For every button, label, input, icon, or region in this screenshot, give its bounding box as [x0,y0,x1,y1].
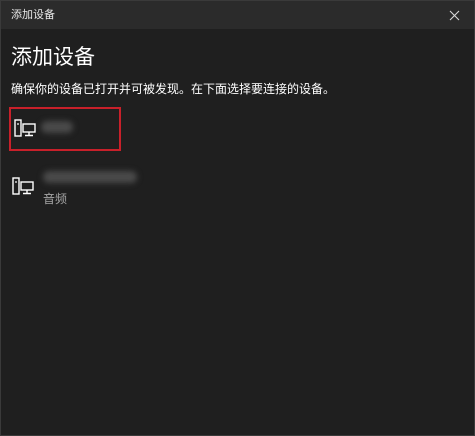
device-type-label: 音频 [43,192,68,206]
close-button[interactable] [434,1,474,29]
title-bar[interactable]: 添加设备 [1,1,474,29]
add-device-window: 添加设备 添加设备 确保你的设备已打开并可被发现。在下面选择要连接的设备。 音频 [0,0,475,436]
device-monitor-icon [12,176,38,198]
device-monitor-icon [14,118,40,140]
redacted-device-name [43,171,137,183]
close-icon [449,10,459,20]
device-item-1[interactable] [9,107,121,151]
window-title: 添加设备 [11,8,55,21]
instructions-text: 确保你的设备已打开并可被发现。在下面选择要连接的设备。 [11,82,336,96]
page-title: 添加设备 [11,45,95,69]
device-item-2[interactable]: 音频 [9,167,137,211]
redacted-device-name [41,121,73,133]
